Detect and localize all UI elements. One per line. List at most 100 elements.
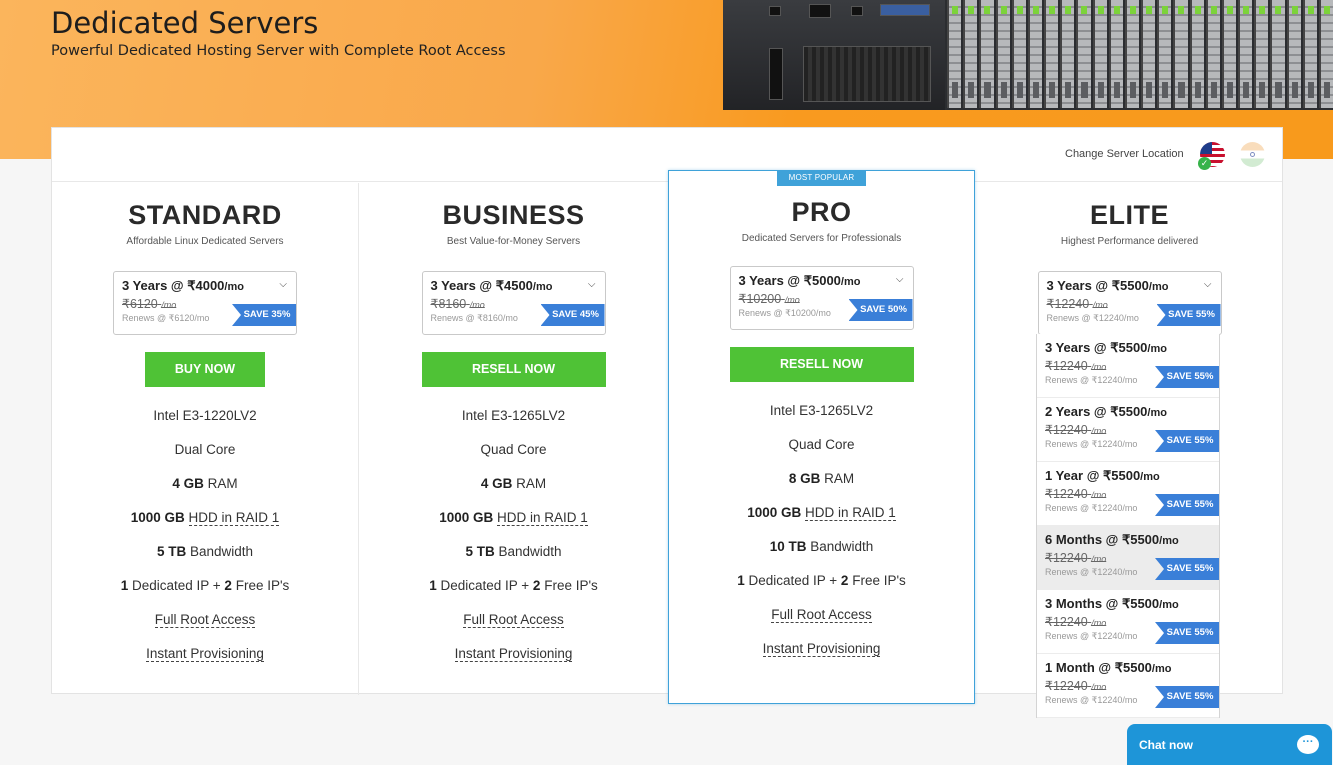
renewal-price: Renews @ ₹8160/mo: [430, 313, 518, 323]
plan-name: ELITE: [1089, 200, 1169, 230]
renewal-price: Renews @ ₹6120/mo: [122, 313, 210, 323]
chevron-down-icon: ⌵: [587, 279, 596, 290]
term-option-highlighted[interactable]: 6 Months @ ₹5500/mo ₹12240 /mo Renews @ …: [1037, 526, 1219, 590]
buy-now-button[interactable]: BUY NOW: [145, 352, 265, 387]
save-badge: SAVE 55%: [1155, 494, 1219, 516]
billing-term-select[interactable]: 3 Years @ ₹5500/mo ⌵ ₹12240 /mo Renews @…: [1037, 271, 1222, 335]
feature-provisioning: Instant Provisioning: [360, 644, 667, 678]
server-rack-image: [723, 0, 1333, 110]
per-month: /mo: [1148, 281, 1169, 293]
plan-card-business: BUSINESS Best Value-for-Money Servers 3 …: [360, 183, 667, 695]
provisioning-tooltip[interactable]: Instant Provisioning: [146, 646, 264, 662]
save-badge: SAVE 45%: [540, 304, 605, 326]
most-popular-badge: MOST POPULAR: [777, 170, 866, 186]
term-label: 3 Years @ ₹4000: [122, 278, 225, 293]
selected-check-icon: ✓: [1198, 157, 1211, 170]
change-location-label: Change Server Location: [1065, 148, 1184, 160]
resell-now-button[interactable]: RESELL NOW: [421, 352, 606, 387]
term-option[interactable]: 1 Month @ ₹5500/mo ₹12240 /mo Renews @ ₹…: [1037, 654, 1219, 718]
feature-cpu: Intel E3-1220LV2: [153, 408, 257, 423]
original-price: ₹8160: [430, 297, 467, 311]
chevron-down-icon: ⌵: [1203, 279, 1212, 290]
save-badge: SAVE 55%: [1155, 430, 1219, 452]
chevron-down-icon: ⌵: [895, 274, 904, 285]
plan-tagline: Dedicated Servers for Professionals: [741, 233, 902, 244]
provisioning-tooltip[interactable]: Instant Provisioning: [762, 641, 881, 657]
save-badge: SAVE 50%: [848, 299, 913, 321]
feature-disk: 1000 GB HDD in RAID 1: [747, 505, 896, 521]
feature-cores: Dual Core: [174, 442, 236, 457]
chat-bubble-icon: ···: [1297, 735, 1319, 754]
feature-cores: Quad Core: [788, 437, 855, 452]
root-access-tooltip[interactable]: Full Root Access: [463, 612, 564, 628]
disk-tooltip[interactable]: HDD in RAID 1: [805, 505, 896, 521]
plan-name: STANDARD: [128, 200, 282, 230]
root-access-tooltip[interactable]: Full Root Access: [154, 612, 256, 628]
term-option[interactable]: 3 Months @ ₹5500/mo ₹12240 /mo Renews @ …: [1037, 590, 1219, 654]
plan-name: BUSINESS: [442, 200, 585, 230]
location-bar: Change Server Location ✓: [52, 128, 1282, 182]
page-title: Dedicated Servers: [51, 6, 319, 40]
original-price: ₹12240: [1046, 297, 1090, 311]
save-badge: SAVE 55%: [1155, 366, 1219, 388]
feature-disk: 1000 GB HDD in RAID 1: [130, 510, 280, 526]
term-label: 3 Years @ ₹4500: [430, 278, 533, 293]
resell-now-button[interactable]: RESELL NOW: [729, 347, 914, 382]
feature-list: Intel E3-1265LV2 Quad Core 4 GB RAM 1000…: [360, 406, 667, 678]
page-subtitle: Powerful Dedicated Hosting Server with C…: [51, 43, 506, 59]
per-month: /mo: [532, 281, 553, 293]
disk-tooltip[interactable]: HDD in RAID 1: [188, 510, 280, 526]
save-badge: SAVE 55%: [1155, 558, 1219, 580]
feature-cpu: Intel E3-1265LV2: [461, 408, 566, 423]
feature-root: Full Root Access: [669, 605, 974, 639]
per-month: /mo: [224, 281, 244, 293]
renewal-price: Renews @ ₹10200/mo: [738, 308, 831, 318]
chat-now-button[interactable]: Chat now ···: [1127, 724, 1332, 765]
feature-ips: 1 Dedicated IP + 2 Free IP's: [429, 578, 598, 593]
server-front-panel: [723, 0, 945, 110]
chat-label: Chat now: [1139, 738, 1193, 752]
term-option[interactable]: 3 Years @ ₹5500/mo ₹12240 /mo Renews @ ₹…: [1037, 334, 1219, 398]
original-price: ₹6120: [122, 297, 158, 311]
root-access-tooltip[interactable]: Full Root Access: [771, 607, 872, 623]
original-price: ₹10200: [738, 292, 782, 306]
feature-ips: 1 Dedicated IP + 2 Free IP's: [120, 578, 290, 593]
feature-bandwidth: 5 TB Bandwidth: [156, 544, 254, 559]
billing-term-select[interactable]: 3 Years @ ₹4000/mo ⌵ ₹6120 /mo Renews @ …: [113, 271, 297, 335]
feature-disk: 1000 GB HDD in RAID 1: [439, 510, 588, 526]
feature-ram: 8 GB RAM: [788, 471, 855, 486]
plan-card-pro: MOST POPULAR PRO Dedicated Servers for P…: [668, 170, 975, 704]
feature-provisioning: Instant Provisioning: [669, 639, 974, 673]
feature-ips: 1 Dedicated IP + 2 Free IP's: [737, 573, 906, 588]
save-badge: SAVE 55%: [1155, 686, 1219, 708]
billing-term-dropdown-menu: 3 Years @ ₹5500/mo ₹12240 /mo Renews @ ₹…: [1036, 334, 1220, 718]
plan-name: PRO: [791, 197, 852, 227]
term-label: 3 Years @ ₹5000: [738, 273, 841, 288]
plan-card-standard: STANDARD Affordable Linux Dedicated Serv…: [52, 183, 359, 695]
feature-list: Intel E3-1220LV2 Dual Core 4 GB RAM 1000…: [52, 406, 358, 678]
plan-tagline: Highest Performance delivered: [1060, 236, 1199, 247]
feature-list: Intel E3-1265LV2 Quad Core 8 GB RAM 1000…: [669, 401, 974, 673]
billing-term-select[interactable]: 3 Years @ ₹5000/mo ⌵ ₹10200 /mo Renews @…: [729, 266, 914, 330]
feature-provisioning: Instant Provisioning: [52, 644, 358, 678]
term-option[interactable]: 1 Year @ ₹5500/mo ₹12240 /mo Renews @ ₹1…: [1037, 462, 1219, 526]
renewal-price: Renews @ ₹12240/mo: [1046, 313, 1139, 323]
feature-bandwidth: 5 TB Bandwidth: [465, 544, 562, 559]
feature-root: Full Root Access: [52, 610, 358, 644]
plan-tagline: Affordable Linux Dedicated Servers: [126, 236, 284, 247]
feature-bandwidth: 10 TB Bandwidth: [769, 539, 874, 554]
india-flag-icon[interactable]: [1240, 142, 1265, 167]
per-month: /mo: [840, 276, 861, 288]
provisioning-tooltip[interactable]: Instant Provisioning: [454, 646, 573, 662]
chevron-down-icon: ⌵: [279, 279, 287, 290]
feature-cpu: Intel E3-1265LV2: [769, 403, 874, 418]
feature-ram: 4 GB RAM: [480, 476, 547, 491]
save-badge: SAVE 55%: [1155, 622, 1219, 644]
billing-term-select[interactable]: 3 Years @ ₹4500/mo ⌵ ₹8160 /mo Renews @ …: [421, 271, 606, 335]
feature-root: Full Root Access: [360, 610, 667, 644]
save-badge: SAVE 35%: [232, 304, 296, 326]
plan-tagline: Best Value-for-Money Servers: [446, 236, 581, 247]
disk-tooltip[interactable]: HDD in RAID 1: [497, 510, 588, 526]
term-option[interactable]: 2 Years @ ₹5500/mo ₹12240 /mo Renews @ ₹…: [1037, 398, 1219, 462]
save-badge: SAVE 55%: [1156, 304, 1221, 326]
